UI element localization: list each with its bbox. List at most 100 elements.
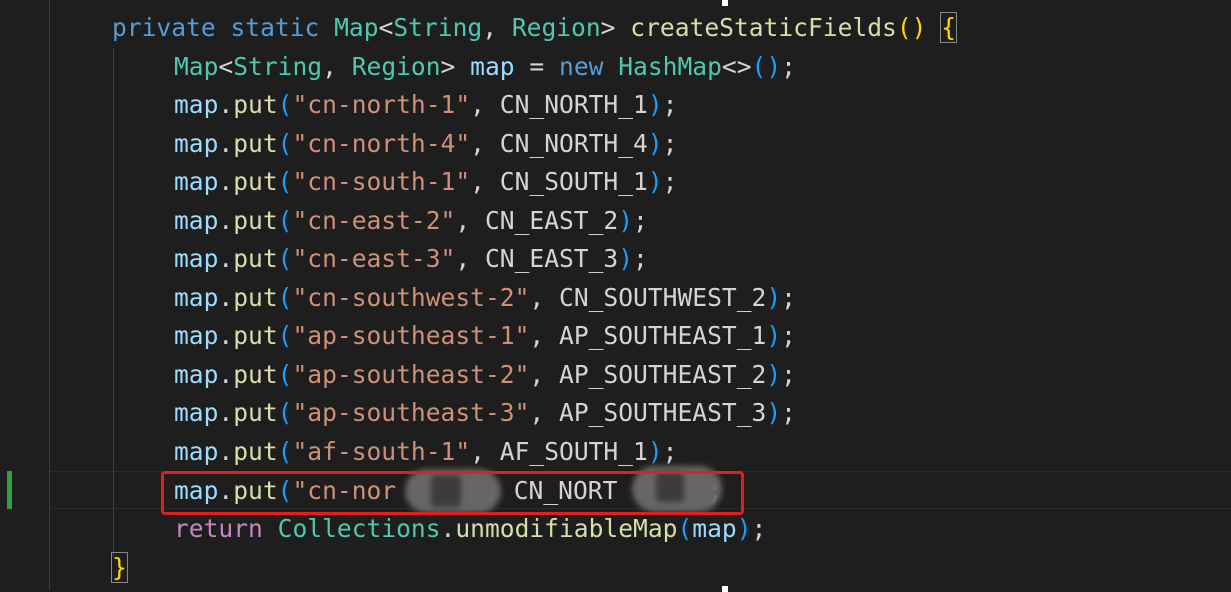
- token-string-region-key: "cn-southwest-2": [292, 282, 530, 312]
- token-paren-open: (: [277, 398, 293, 428]
- token-method-put: put: [233, 90, 278, 119]
- token-var-map: map: [470, 51, 515, 81]
- code-line-put[interactable]: map.put("cn-north-4", CN_NORTH_4);: [174, 125, 677, 164]
- token-paren-close: ): [766, 51, 782, 81]
- code-line-2[interactable]: Map<String, Region> map = new HashMap<>(…: [174, 48, 796, 87]
- token-dot: .: [218, 167, 234, 197]
- token-method-put: put: [233, 436, 278, 466]
- token-gt: >: [440, 51, 456, 81]
- token-comma: ,: [482, 13, 512, 42]
- token-comma: ,: [529, 398, 560, 428]
- token-assign: =: [514, 51, 560, 81]
- code-line-put[interactable]: map.put("cn-southwest-2", CN_SOUTHWEST_2…: [174, 279, 796, 318]
- code-line-put[interactable]: map.put("ap-southeast-3", AP_SOUTHEAST_3…: [174, 394, 796, 433]
- selection-handle-top[interactable]: [722, 0, 728, 6]
- token-comma: ,: [322, 51, 352, 81]
- token-method-put: put: [233, 167, 278, 197]
- token-type-hashmap: HashMap: [618, 51, 722, 81]
- token-semicolon: ;: [781, 51, 796, 81]
- selection-handle-bottom[interactable]: [722, 586, 728, 592]
- git-change-indicator: [7, 471, 12, 509]
- token-semicolon: ;: [751, 514, 767, 543]
- token-var-map: map: [174, 282, 219, 312]
- token-brace-open: {: [940, 12, 958, 43]
- code-editor[interactable]: private static Map<String, Region> creat…: [0, 0, 1231, 592]
- token-paren-open: (: [277, 282, 293, 312]
- token-var-map: map: [692, 514, 737, 543]
- annotation-highlight-box: [161, 471, 744, 515]
- token-method-put: put: [233, 205, 278, 235]
- token-paren-close: ): [618, 205, 634, 235]
- code-line-put[interactable]: map.put("cn-east-2", CN_EAST_2);: [174, 202, 648, 241]
- token-region-constant: AP_SOUTHEAST_3: [559, 398, 767, 428]
- token-private: private: [112, 13, 216, 42]
- token-paren-close: ): [766, 282, 782, 312]
- token-comma: ,: [529, 282, 560, 312]
- token-region-constant: AP_SOUTHEAST_2: [559, 359, 767, 389]
- token-string-region-key: "ap-southeast-3": [292, 398, 530, 428]
- token-region-constant: CN_EAST_3: [484, 244, 619, 274]
- token-paren-open: (: [277, 244, 293, 274]
- token-dot: .: [218, 436, 234, 466]
- token-dot: .: [218, 321, 234, 351]
- token-var-map: map: [174, 436, 219, 466]
- token-static: static: [230, 13, 320, 42]
- token-comma: ,: [470, 128, 500, 158]
- token-comma: ,: [529, 359, 560, 389]
- token-paren-open: (: [896, 13, 912, 42]
- code-line-put[interactable]: map.put("af-south-1", AF_SOUTH_1);: [174, 433, 677, 472]
- token-paren-close: ): [647, 167, 663, 197]
- token-paren-close: ): [736, 514, 752, 543]
- token-string-region-key: "cn-north-1": [292, 90, 471, 119]
- token-var-map: map: [174, 128, 219, 158]
- token-string-region-key: "ap-southeast-1": [292, 321, 530, 351]
- token-paren-open: (: [277, 321, 293, 351]
- token-dot: .: [218, 244, 234, 274]
- token-paren-close: ): [766, 398, 782, 428]
- token-type-collections: Collections: [277, 514, 441, 543]
- token-region-constant: AF_SOUTH_1: [499, 436, 648, 466]
- token-paren-close: ): [766, 359, 782, 389]
- token-paren-close: ): [647, 128, 663, 158]
- token-semicolon: ;: [633, 205, 648, 235]
- token-string-region-key: "cn-north-4": [292, 128, 471, 158]
- token-var-map: map: [174, 244, 219, 274]
- token-diamond: <>: [721, 51, 752, 81]
- code-line-put[interactable]: map.put("ap-southeast-1", AP_SOUTHEAST_1…: [174, 317, 796, 356]
- token-new: new: [559, 51, 604, 81]
- token-return: return: [174, 514, 263, 543]
- code-line-return[interactable]: return Collections.unmodifiableMap(map);: [174, 510, 766, 549]
- token-type-string: String: [393, 13, 483, 42]
- code-line-put[interactable]: map.put("cn-south-1", CN_SOUTH_1);: [174, 163, 677, 202]
- token-dot: .: [218, 90, 234, 119]
- token-semicolon: ;: [662, 128, 678, 158]
- code-line-put[interactable]: map.put("cn-east-3", CN_EAST_3);: [174, 240, 648, 279]
- token-paren-open: (: [277, 90, 293, 119]
- token-var-map: map: [174, 205, 219, 235]
- token-paren-close: ): [647, 436, 663, 466]
- token-string-region-key: "cn-east-2": [292, 205, 456, 235]
- token-region-constant: AP_SOUTHEAST_1: [559, 321, 767, 351]
- token-semicolon: ;: [662, 90, 678, 119]
- token-comma: ,: [455, 205, 485, 235]
- code-line-put[interactable]: map.put("ap-southeast-2", AP_SOUTHEAST_2…: [174, 356, 796, 395]
- code-line-put[interactable]: map.put("cn-north-1", CN_NORTH_1);: [174, 86, 677, 125]
- token-paren-open: (: [277, 205, 293, 235]
- code-line-closing[interactable]: }: [111, 549, 128, 588]
- token-paren-close: ): [618, 244, 634, 274]
- token-paren-open: (: [277, 359, 293, 389]
- token-method-put: put: [233, 398, 278, 428]
- token-var-map: map: [174, 359, 219, 389]
- token-gt: >: [600, 13, 616, 42]
- token-dot: .: [218, 282, 234, 312]
- token-region-constant: CN_NORTH_1: [499, 90, 648, 119]
- token-string-region-key: "ap-southeast-2": [292, 359, 530, 389]
- token-method-put: put: [233, 359, 278, 389]
- token-type-map: Map: [334, 13, 379, 42]
- code-line-1[interactable]: private static Map<String, Region> creat…: [112, 9, 958, 48]
- token-semicolon: ;: [781, 321, 796, 351]
- token-paren-open: (: [277, 436, 293, 466]
- token-method-put: put: [233, 128, 278, 158]
- token-comma: ,: [470, 90, 500, 119]
- token-type-string: String: [233, 51, 323, 81]
